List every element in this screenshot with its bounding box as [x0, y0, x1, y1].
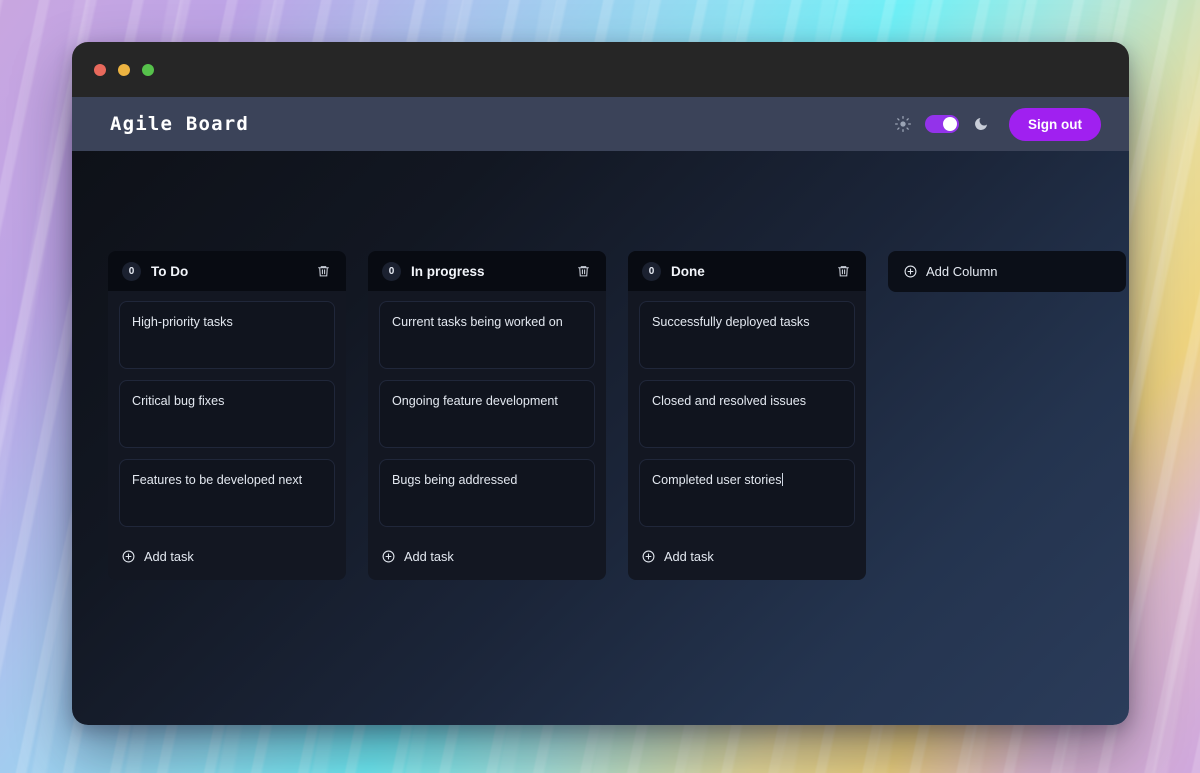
task-count-badge: 0: [642, 262, 661, 281]
task-text: Successfully deployed tasks: [652, 315, 810, 329]
add-task-label: Add task: [144, 549, 194, 564]
add-column-button[interactable]: Add Column: [888, 251, 1126, 292]
window-titlebar: [72, 42, 1129, 97]
add-task-button[interactable]: Add task: [368, 531, 606, 580]
task-card[interactable]: Current tasks being worked on: [379, 301, 595, 369]
trash-icon[interactable]: [315, 262, 332, 280]
column-task-list: Successfully deployed tasks Closed and r…: [628, 291, 866, 531]
task-count-badge: 0: [382, 262, 401, 281]
add-task-button[interactable]: Add task: [108, 531, 346, 580]
board-columns: 0 To Do High-priority tasks Critical bug…: [108, 251, 1129, 580]
task-text: Closed and resolved issues: [652, 394, 806, 408]
plus-circle-icon: [122, 550, 135, 563]
add-task-button[interactable]: Add task: [628, 531, 866, 580]
task-text: Features to be developed next: [132, 473, 302, 487]
add-column-label: Add Column: [926, 264, 998, 279]
theme-toggle-knob: [943, 117, 957, 131]
board-column-todo: 0 To Do High-priority tasks Critical bug…: [108, 251, 346, 580]
close-window-button[interactable]: [94, 64, 106, 76]
column-header: 0 To Do: [108, 251, 346, 291]
app-window: Agile Board Sign out: [72, 42, 1129, 725]
column-task-list: Current tasks being worked on Ongoing fe…: [368, 291, 606, 531]
task-text: Ongoing feature development: [392, 394, 558, 408]
column-title: To Do: [151, 264, 188, 279]
minimize-window-button[interactable]: [118, 64, 130, 76]
task-card[interactable]: Features to be developed next: [119, 459, 335, 527]
task-count-badge: 0: [122, 262, 141, 281]
column-title: Done: [671, 264, 705, 279]
board-column-done: 0 Done Successfully deployed tasks Close…: [628, 251, 866, 580]
column-task-list: High-priority tasks Critical bug fixes F…: [108, 291, 346, 531]
sun-icon[interactable]: [895, 116, 911, 132]
task-text: Critical bug fixes: [132, 394, 224, 408]
task-text: Current tasks being worked on: [392, 315, 563, 329]
text-caret: [782, 473, 783, 486]
task-card[interactable]: High-priority tasks: [119, 301, 335, 369]
task-text: Bugs being addressed: [392, 473, 517, 487]
maximize-window-button[interactable]: [142, 64, 154, 76]
trash-icon[interactable]: [835, 262, 852, 280]
app-header: Agile Board Sign out: [72, 97, 1129, 151]
task-text: High-priority tasks: [132, 315, 233, 329]
trash-icon[interactable]: [575, 262, 592, 280]
plus-circle-icon: [642, 550, 655, 563]
board-column-in-progress: 0 In progress Current tasks being worked…: [368, 251, 606, 580]
page-title: Agile Board: [110, 113, 249, 135]
task-card[interactable]: Closed and resolved issues: [639, 380, 855, 448]
moon-icon[interactable]: [973, 116, 989, 132]
add-task-label: Add task: [404, 549, 454, 564]
task-card-editing[interactable]: Completed user stories: [639, 459, 855, 527]
column-header: 0 Done: [628, 251, 866, 291]
task-card[interactable]: Ongoing feature development: [379, 380, 595, 448]
column-title: In progress: [411, 264, 485, 279]
header-controls: Sign out: [895, 108, 1101, 141]
plus-circle-icon: [904, 265, 917, 278]
plus-circle-icon: [382, 550, 395, 563]
theme-toggle[interactable]: [925, 115, 959, 133]
sign-out-button[interactable]: Sign out: [1009, 108, 1101, 141]
task-card[interactable]: Successfully deployed tasks: [639, 301, 855, 369]
kanban-board: 0 To Do High-priority tasks Critical bug…: [72, 151, 1129, 725]
add-task-label: Add task: [664, 549, 714, 564]
task-text: Completed user stories: [652, 473, 782, 487]
task-card[interactable]: Bugs being addressed: [379, 459, 595, 527]
column-header: 0 In progress: [368, 251, 606, 291]
task-card[interactable]: Critical bug fixes: [119, 380, 335, 448]
